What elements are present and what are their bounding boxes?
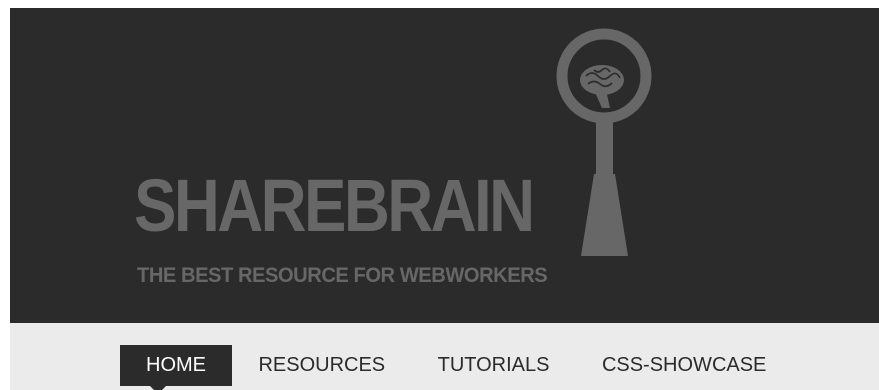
main-navigation: HOME RESOURCES TUTORIALS CSS-SHOWCASE	[10, 323, 879, 390]
page: SHAREBRAIN THE BEST RESOURCE FOR WEBWORK…	[10, 8, 879, 390]
logo-wordmark: SHAREBRAIN	[134, 164, 535, 247]
nav-item-tutorials[interactable]: TUTORIALS	[412, 345, 576, 386]
site-header: SHAREBRAIN THE BEST RESOURCE FOR WEBWORK…	[10, 8, 879, 323]
nav-item-css-showcase[interactable]: CSS-SHOWCASE	[576, 345, 792, 386]
nav-list: HOME RESOURCES TUTORIALS CSS-SHOWCASE	[120, 345, 788, 390]
site-logo[interactable]: SHAREBRAIN THE BEST RESOURCE FOR WEBWORK…	[134, 24, 674, 294]
nav-item-home[interactable]: HOME	[120, 345, 232, 390]
logo-slogan: THE BEST RESOURCE FOR WEBWORKERS	[137, 264, 548, 287]
magnifier-brain-icon	[556, 28, 652, 256]
nav-item-resources[interactable]: RESOURCES	[232, 345, 411, 386]
